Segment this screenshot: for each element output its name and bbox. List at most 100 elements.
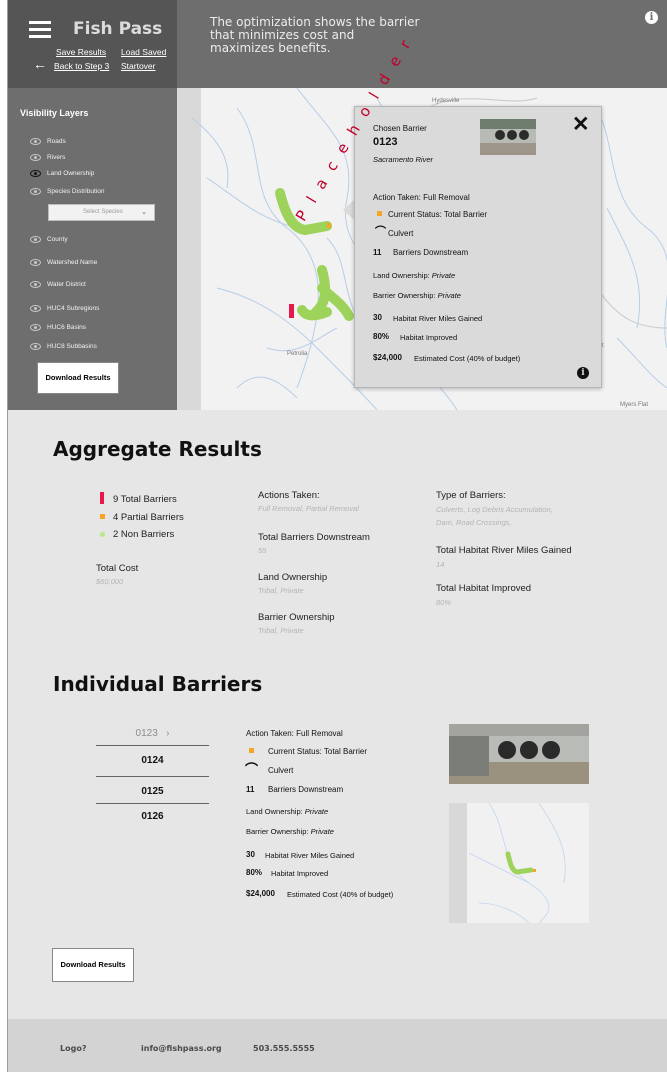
barrier-photo bbox=[480, 119, 536, 155]
layer-toggle-roads[interactable]: Roads bbox=[30, 138, 66, 145]
header-nav-box: Fish Pass Save Results Load Saved ← Back… bbox=[8, 0, 177, 88]
startover-link[interactable]: Startover bbox=[121, 61, 156, 71]
individual-barriers-title: Individual Barriers bbox=[53, 672, 263, 696]
species-select[interactable]: Select Species ⌄ bbox=[48, 204, 155, 221]
download-results-button[interactable]: Download Results bbox=[52, 948, 134, 982]
layer-label: Land Ownership bbox=[47, 170, 95, 177]
barrier-ownership-value: Tribal, Private bbox=[258, 626, 304, 635]
partial-barrier-swatch bbox=[100, 514, 105, 519]
cost-label: Estimated Cost (40% of budget) bbox=[414, 354, 521, 363]
total-cost-value: $60,000 bbox=[96, 577, 124, 586]
layer-label: County bbox=[47, 236, 68, 243]
divider bbox=[96, 776, 209, 777]
total-barrier-swatch bbox=[100, 492, 104, 504]
layer-toggle-species[interactable]: Species Distribution bbox=[30, 188, 104, 195]
info-icon[interactable]: i bbox=[577, 367, 589, 379]
land-ownership-value: Private bbox=[431, 271, 456, 280]
layer-toggle-huc6[interactable]: HUC6 Basins bbox=[30, 324, 86, 331]
barrier-ownership-label: Barrier Ownership bbox=[258, 612, 335, 623]
eye-icon bbox=[30, 324, 41, 331]
land-ownership-label: Land Ownership: bbox=[246, 807, 303, 816]
load-saved-link[interactable]: Load Saved bbox=[121, 47, 166, 57]
miles-gained-value: 30 bbox=[373, 313, 382, 322]
miles-gained-total-value: 14 bbox=[436, 560, 445, 569]
habitat-improved-total-label: Total Habitat Improved bbox=[436, 583, 532, 594]
chevron-down-icon: ⌄ bbox=[141, 209, 147, 216]
save-results-link[interactable]: Save Results bbox=[56, 47, 106, 57]
layer-label: HUC6 Basins bbox=[47, 324, 87, 331]
eye-icon bbox=[30, 170, 41, 177]
miles-gained-value: 30 bbox=[246, 850, 255, 859]
barrier-ownership-value: Private bbox=[310, 827, 334, 836]
chevron-right-icon: › bbox=[166, 728, 170, 739]
barrier-ownership-label: Barrier Ownership: bbox=[246, 827, 309, 836]
barrier-list-item-selected[interactable]: 0123 › bbox=[96, 728, 209, 739]
layer-toggle-huc4[interactable]: HUC4 Subregions bbox=[30, 305, 99, 312]
actions-taken-label: Actions Taken: bbox=[258, 490, 320, 501]
barrier-list-item[interactable]: 0124 bbox=[96, 755, 209, 766]
download-results-button[interactable]: Download Results bbox=[37, 362, 119, 394]
layer-toggle-rivers[interactable]: Rivers bbox=[30, 154, 65, 161]
eye-icon bbox=[30, 259, 41, 266]
downstream-total-value: 55 bbox=[258, 546, 267, 555]
back-to-step-link[interactable]: Back to Step 3 bbox=[54, 61, 109, 71]
downstream-label: Barriers Downstream bbox=[268, 785, 344, 794]
close-icon[interactable]: ✕ bbox=[572, 114, 590, 135]
layer-toggle-land-ownership[interactable]: Land Ownership bbox=[30, 170, 94, 177]
partial-barrier-marker[interactable] bbox=[327, 223, 331, 228]
info-icon[interactable]: i bbox=[645, 11, 658, 24]
layer-toggle-huc8[interactable]: HUC8 Subbasins bbox=[30, 343, 97, 350]
layer-label: Watershed Name bbox=[47, 259, 98, 266]
partial-barriers-count: 4 Partial Barriers bbox=[113, 512, 184, 523]
action-taken: Action Taken: Full Removal bbox=[373, 193, 470, 202]
land-ownership-label: Land Ownership bbox=[258, 572, 328, 583]
actions-taken-value: Full Removal, Partial Removal bbox=[258, 504, 359, 513]
eye-icon bbox=[30, 138, 41, 145]
footer-phone[interactable]: 503.555.5555 bbox=[253, 1044, 315, 1053]
current-status: Current Status: Total Barrier bbox=[268, 747, 368, 756]
culvert-label: Culvert bbox=[388, 229, 414, 238]
barrier-popup: Chosen Barrier 0123 Sacramento River Act… bbox=[354, 106, 602, 388]
footer-email[interactable]: info@fishpass.org bbox=[141, 1044, 222, 1053]
land-ownership-value: Tribal, Private bbox=[258, 586, 304, 595]
map-ocean bbox=[177, 88, 201, 410]
non-barrier-swatch bbox=[100, 532, 105, 537]
map-place-label: Hydesville bbox=[432, 98, 460, 104]
map-place-label: Petrolia bbox=[287, 351, 308, 357]
barrier-ownership: Barrier Ownership: Private bbox=[373, 291, 461, 300]
land-ownership-label: Land Ownership: bbox=[373, 271, 430, 280]
header-description: The optimization shows the barrier that … bbox=[210, 15, 420, 55]
barrier-id: 0123 bbox=[373, 136, 398, 148]
popup-pointer bbox=[343, 200, 354, 220]
layer-toggle-county[interactable]: County bbox=[30, 236, 68, 243]
layer-toggle-water-district[interactable]: Water District bbox=[30, 281, 86, 288]
layer-toggle-watershed[interactable]: Watershed Name bbox=[30, 259, 97, 266]
cost-value: $24,000 bbox=[373, 353, 402, 362]
habitat-improved-value: 80% bbox=[246, 868, 263, 877]
menu-icon[interactable] bbox=[29, 21, 51, 38]
footer-logo[interactable]: Logo? bbox=[60, 1044, 86, 1053]
land-ownership: Land Ownership: Private bbox=[373, 271, 455, 280]
partial-barrier-swatch bbox=[377, 211, 382, 216]
back-arrow-icon[interactable]: ← bbox=[33, 57, 47, 71]
eye-icon bbox=[30, 154, 41, 161]
cost-value: $24,000 bbox=[246, 889, 275, 898]
downstream-total-label: Total Barriers Downstream bbox=[258, 532, 370, 543]
river-name: Sacramento River bbox=[373, 155, 434, 164]
layer-label: HUC4 Subregions bbox=[47, 305, 100, 312]
barrier-types-label: Type of Barriers: bbox=[436, 490, 506, 501]
action-taken: Action Taken: Full Removal bbox=[246, 729, 343, 738]
downstream-count: 11 bbox=[246, 785, 255, 794]
barrier-list-item[interactable]: 0126 bbox=[96, 811, 209, 822]
miles-gained-total-label: Total Habitat River Miles Gained bbox=[436, 545, 572, 556]
layer-label: HUC8 Subbasins bbox=[47, 343, 97, 350]
culvert-icon: ⌒ bbox=[245, 762, 259, 777]
barrier-list-item[interactable]: 0125 bbox=[96, 786, 209, 797]
stream-segment bbox=[297, 265, 354, 321]
land-ownership: Land Ownership: Private bbox=[246, 807, 328, 816]
downstream-count: 11 bbox=[373, 248, 382, 257]
total-barrier-marker[interactable] bbox=[289, 304, 294, 318]
habitat-improved-value: 80% bbox=[373, 332, 390, 341]
panel-title: Visibility Layers bbox=[20, 108, 89, 118]
barrier-types-value: Culverts, Log Debris Accumulation, bbox=[436, 505, 553, 514]
